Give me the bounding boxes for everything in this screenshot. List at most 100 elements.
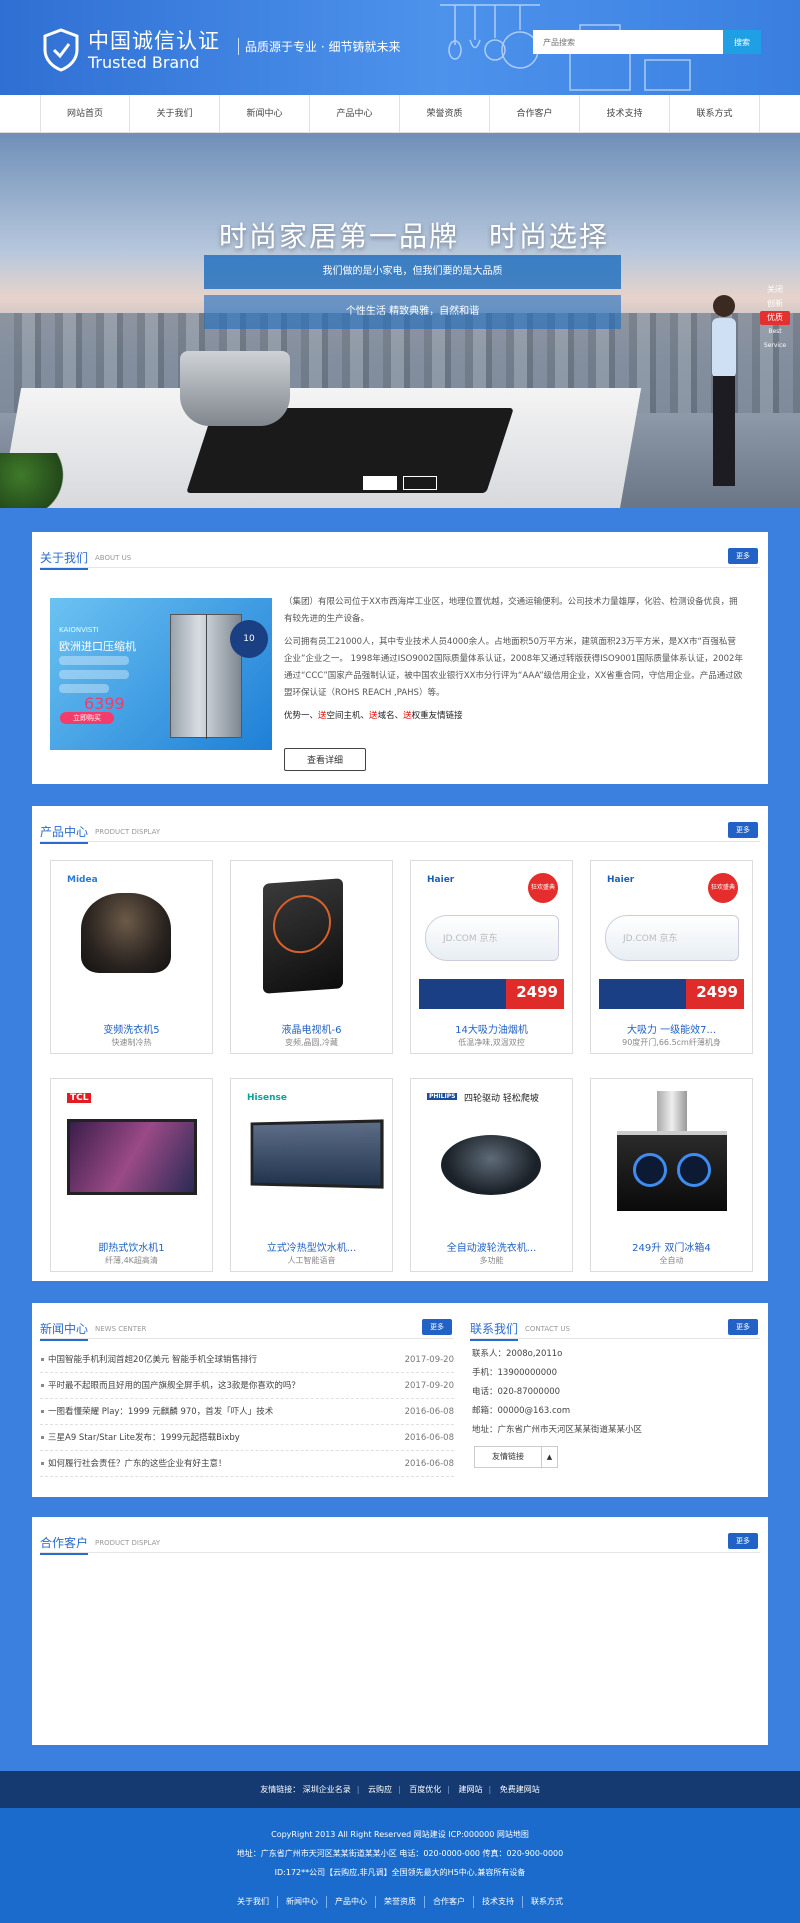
search-input[interactable] [533, 30, 723, 54]
news-title[interactable]: 一图看懂荣耀 Play：1999 元麒麟 970，首发「吓人」技术 [48, 1399, 273, 1424]
more-button[interactable]: 更多 [728, 822, 758, 838]
footer-nav-item[interactable]: 荣誉资质 [376, 1896, 425, 1908]
section-title-en: PRODUCT DISPLAY [95, 1539, 161, 1547]
news-contact-section: 新闻中心 NEWS CENTER 更多 中国智能手机利润首超20亿美元 智能手机… [32, 1303, 768, 1497]
product-card[interactable]: 液晶电视机-6 变频,晶圆,冷藏 [230, 860, 393, 1054]
promo-title: 欧洲进口压缩机 [59, 640, 136, 653]
product-name[interactable]: 14大吸力油烟机 [411, 1021, 572, 1036]
news-title[interactable]: 平时最不起眼而且好用的国产旗舰全屏手机，这3款是你喜欢的吗？ [48, 1373, 300, 1398]
nav-item-products[interactable]: 产品中心 [310, 95, 400, 133]
banner-dot-2[interactable] [403, 476, 437, 490]
nav-item-support[interactable]: 技术支持 [580, 95, 670, 133]
news-item[interactable]: 如何履行社会责任？广东的这些企业有好主意！ 2016-06-08 [40, 1451, 454, 1477]
section-title: 合作客户 [40, 1534, 89, 1555]
product-name[interactable]: 全自动波轮洗衣机... [411, 1239, 572, 1254]
footer-nav-item[interactable]: 联系方式 [523, 1896, 571, 1908]
more-button[interactable]: 更多 [422, 1319, 452, 1335]
promo-badge: 10 [230, 620, 268, 658]
footer-link[interactable]: 深圳企业名录 [303, 1785, 351, 1794]
product-card[interactable]: Haier 狂欢盛典 JD.COM 京东 2499 14大吸力油烟机 低温净味,… [410, 860, 573, 1054]
nav-item-about[interactable]: 关于我们 [130, 95, 220, 133]
main-nav: 网站首页 关于我们 新闻中心 产品中心 荣誉资质 合作客户 技术支持 联系方式 [0, 95, 800, 133]
friend-links-select[interactable]: 友情链接 ▲ [474, 1446, 558, 1468]
section-title: 产品中心 [40, 823, 89, 844]
news-title[interactable]: 中国智能手机利润首超20亿美元 智能手机全球销售排行 [48, 1347, 257, 1372]
product-name[interactable]: 变频洗衣机5 [51, 1021, 212, 1036]
footer-nav-item[interactable]: 技术支持 [474, 1896, 523, 1908]
adv-mark: 送 [369, 711, 378, 721]
news-panel: 新闻中心 NEWS CENTER 更多 中国智能手机利润首超20亿美元 智能手机… [32, 1303, 462, 1497]
product-name[interactable]: 249升 双门冰箱4 [591, 1239, 752, 1254]
news-title[interactable]: 三星A9 Star/Star Lite发布：1999元起搭载Bixby [48, 1425, 240, 1450]
footer-link[interactable]: 免费建网站 [500, 1785, 540, 1794]
news-item[interactable]: 中国智能手机利润首超20亿美元 智能手机全球销售排行 2017-09-20 [40, 1347, 454, 1373]
about-promo-image[interactable]: KAIONVISTI 欧洲进口压缩机 6399 立即购买 10 [50, 598, 272, 750]
product-image: PHILIPS 四轮驱动 轻松爬坡 [419, 1085, 564, 1235]
shield-logo-icon [43, 28, 79, 72]
banner-dot-1[interactable] [363, 476, 397, 490]
adv-mark: 送 [318, 711, 327, 721]
adv-prefix: 优势一、 [284, 711, 319, 721]
product-card[interactable]: 249升 双门冰箱4 全自动 [590, 1078, 753, 1272]
side-toolbar[interactable]: 关闭 创新 优质 Best Service [760, 283, 790, 353]
nav-item-partners[interactable]: 合作客户 [490, 95, 580, 133]
footer-link[interactable]: 百度优化 [409, 1785, 441, 1794]
side-toolbar-close[interactable]: 关闭 [760, 283, 790, 297]
friend-links-label[interactable]: 友情链接 [474, 1446, 542, 1468]
logo-title-cn: 中国诚信认证 [88, 28, 220, 53]
news-item[interactable]: 平时最不起眼而且好用的国产旗舰全屏手机，这3款是你喜欢的吗？ 2017-09-20 [40, 1373, 454, 1399]
nav-item-honors[interactable]: 荣誉资质 [400, 95, 490, 133]
logo[interactable]: 中国诚信认证 Trusted Brand [42, 28, 220, 72]
product-name[interactable]: 即热式饮水机1 [51, 1239, 212, 1254]
product-name[interactable]: 液晶电视机-6 [231, 1021, 392, 1036]
footer-nav-item[interactable]: 关于我们 [229, 1896, 278, 1908]
product-name[interactable]: 立式冷热型饮水机... [231, 1239, 392, 1254]
news-item[interactable]: 一图看懂荣耀 Play：1999 元麒麟 970，首发「吓人」技术 2016-06… [40, 1399, 454, 1425]
nav-item-contact[interactable]: 联系方式 [670, 95, 760, 133]
product-image [599, 1085, 744, 1235]
slogan: 品质源于专业 · 细节铸就未来 [238, 38, 400, 55]
contact-address: 地址：广东省广州市天河区某某街道某某小区 [472, 1425, 643, 1435]
price-band: 2499 [419, 979, 564, 1009]
search-button[interactable]: 搜索 [723, 30, 761, 54]
product-card[interactable]: Haier 狂欢盛典 JD.COM 京东 2499 大吸力 一级能效7... 9… [590, 860, 753, 1054]
view-details-button[interactable]: 查看详细 [284, 748, 366, 771]
section-title-en: NEWS CENTER [95, 1325, 147, 1333]
product-card[interactable]: Midea 变频洗衣机5 快速制冷热 [50, 860, 213, 1054]
banner-title: 时尚家居第一品牌 时尚选择 [218, 220, 609, 253]
product-image: Midea [59, 867, 204, 1017]
footer-nav-item[interactable]: 合作客户 [425, 1896, 474, 1908]
footer-nav-item[interactable]: 产品中心 [327, 1896, 376, 1908]
banner-subtitle-1: 我们做的是小家电，但我们要的是大品质 [204, 255, 621, 289]
promo-tag [59, 684, 109, 693]
promo-tag [59, 670, 129, 679]
news-title[interactable]: 如何履行社会责任？广东的这些企业有好主意！ [48, 1451, 227, 1476]
adv-text: 域名、 [377, 711, 404, 721]
banner-subtitle-2: 个性生活 精致典雅，自然和谐 [204, 295, 621, 329]
footer-links-bar: 友情链接： 深圳企业名录 | 云购应 | 百度优化 | 建网站 | 免费建网站 [0, 1771, 800, 1808]
footer-link[interactable]: 云购应 [368, 1785, 392, 1794]
product-card[interactable]: PHILIPS 四轮驱动 轻松爬坡 全自动波轮洗衣机... 多功能 [410, 1078, 573, 1272]
contact-phone: 电话：020-87000000 [472, 1387, 561, 1397]
more-button[interactable]: 更多 [728, 1319, 758, 1335]
roasting-pot [180, 351, 290, 426]
footer-address: 地址：广东省广州市天河区某某街道某某小区 电话：020-0000-000 传真：… [236, 1849, 564, 1858]
dropdown-arrow-icon[interactable]: ▲ [542, 1446, 558, 1468]
tv-shape [67, 1119, 197, 1195]
product-card[interactable]: TCL 即热式饮水机1 纤薄,4K超高清 [50, 1078, 213, 1272]
more-button[interactable]: 更多 [728, 1533, 758, 1549]
promo-brand: KAIONVISTI [59, 626, 99, 634]
footer-link[interactable]: 建网站 [459, 1785, 483, 1794]
more-button[interactable]: 更多 [728, 548, 758, 564]
hero-banner[interactable]: 时尚家居第一品牌 时尚选择 我们做的是小家电，但我们要的是大品质 个性生活 精致… [0, 133, 800, 508]
nav-item-news[interactable]: 新闻中心 [220, 95, 310, 133]
footer-nav-item[interactable]: 新闻中心 [278, 1896, 327, 1908]
about-text: （集团）有限公司位于XX市西海岸工业区，地理位置优越，交通运输便利。公司技术力量… [284, 594, 744, 731]
product-desc: 多功能 [479, 1256, 504, 1265]
product-card[interactable]: Hisense 立式冷热型饮水机... 人工智能语音 [230, 1078, 393, 1272]
nav-item-home[interactable]: 网站首页 [40, 95, 130, 133]
about-paragraph-2: 公司拥有员工21000人，其中专业技术人员4000余人。占地面积50万平方米，建… [284, 637, 743, 698]
news-item[interactable]: 三星A9 Star/Star Lite发布：1999元起搭载Bixby 2016-… [40, 1425, 454, 1451]
product-desc: 人工智能语音 [287, 1256, 336, 1265]
product-name[interactable]: 大吸力 一级能效7... [591, 1021, 752, 1036]
